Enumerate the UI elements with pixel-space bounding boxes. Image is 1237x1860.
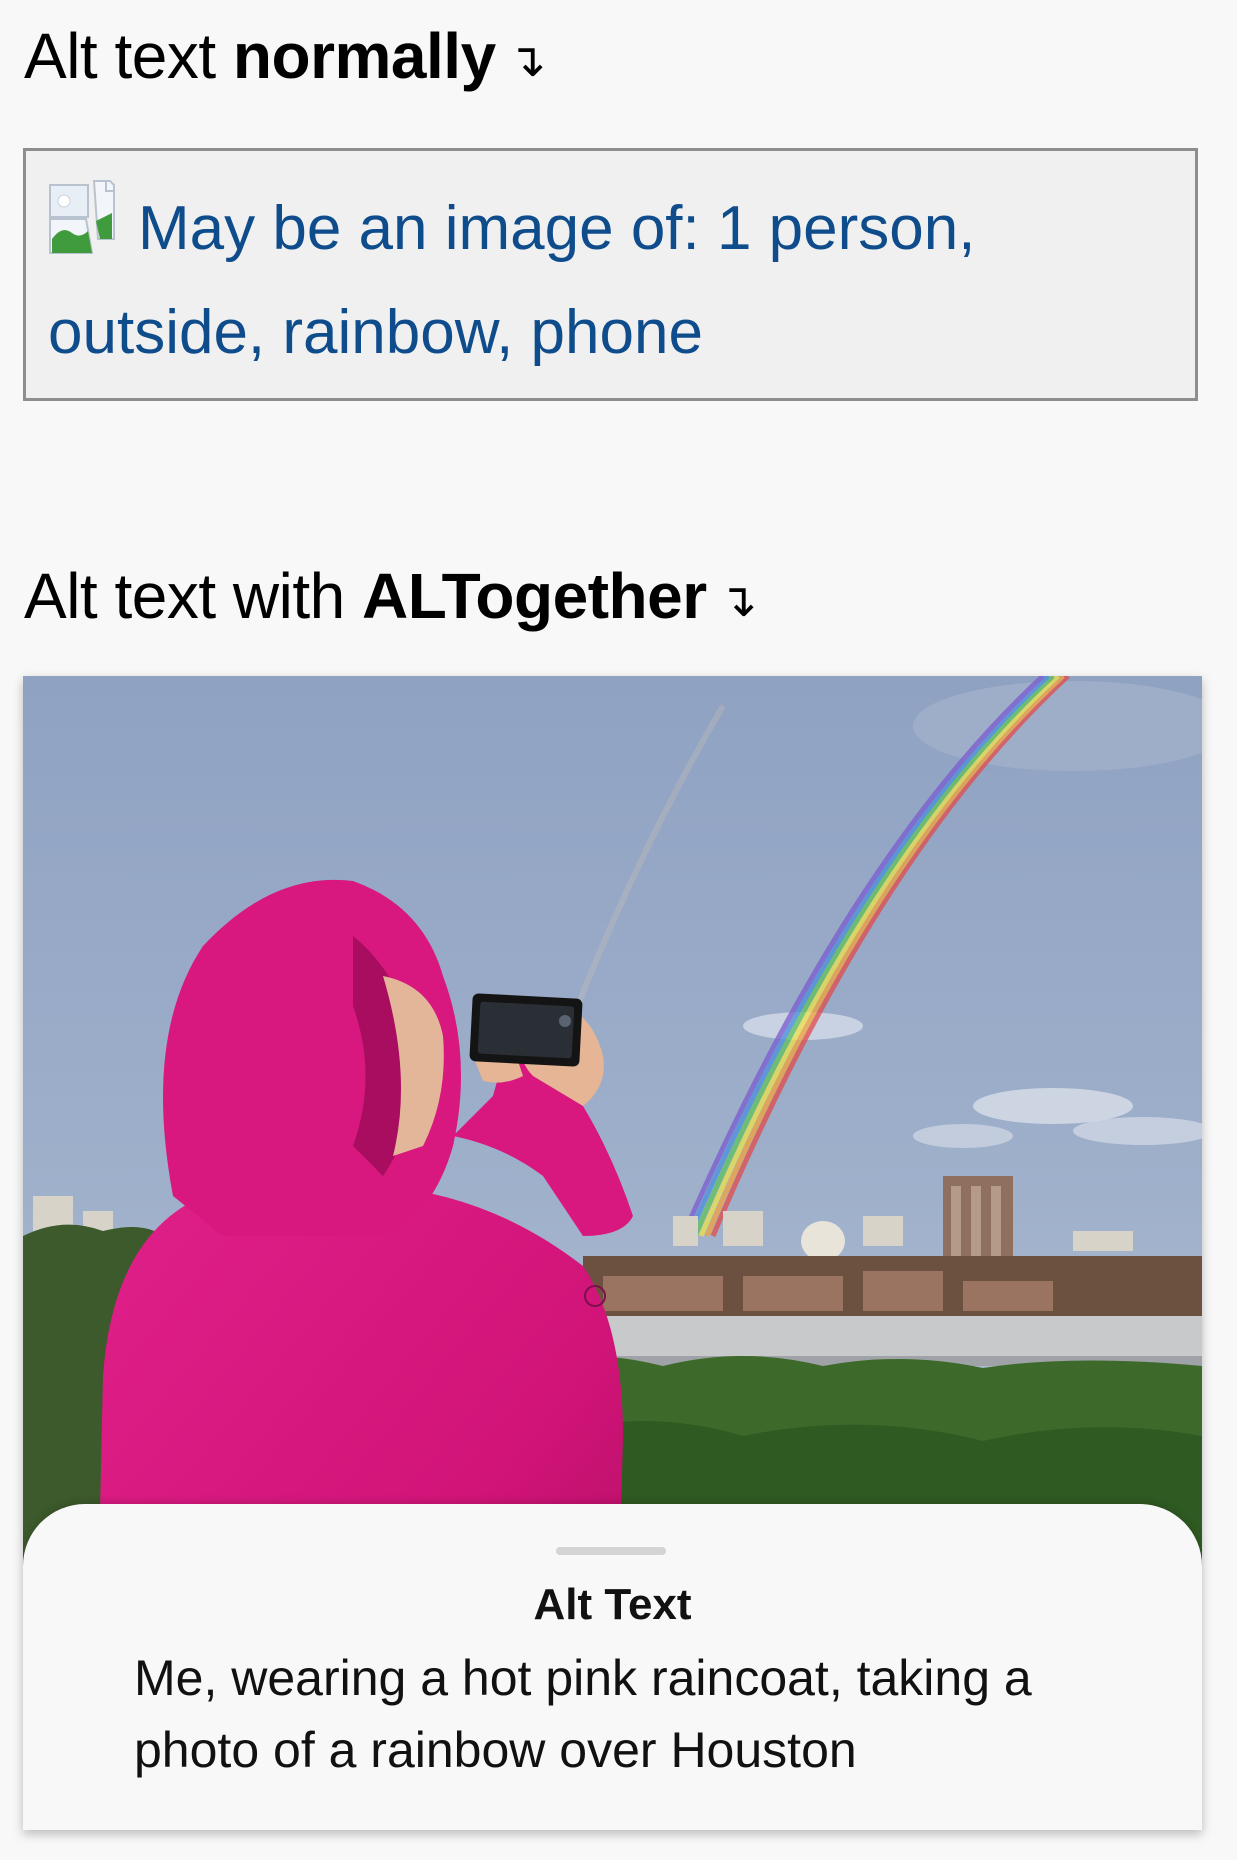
- alt-text-sheet[interactable]: Alt Text Me, wearing a hot pink raincoat…: [23, 1504, 1202, 1830]
- broken-image-placeholder: May be an image of: 1 person, outside, r…: [23, 148, 1198, 401]
- heading-prefix: Alt text: [24, 20, 233, 92]
- alt-text-description: Me, wearing a hot pink raincoat, taking …: [134, 1650, 1032, 1778]
- photo-card[interactable]: Alt Text Me, wearing a hot pink raincoat…: [23, 676, 1202, 1830]
- heading-alt-text-normally: Alt text normally ↴: [24, 24, 546, 88]
- heading-emphasis: normally: [232, 20, 496, 92]
- broken-image-icon: [49, 180, 115, 254]
- heading-prefix: Alt text with: [24, 560, 362, 632]
- heading-emphasis: ALTogether: [362, 560, 707, 632]
- down-arrow-icon: ↴: [507, 34, 547, 86]
- down-arrow-icon: ↴: [718, 574, 758, 626]
- heading-alt-text-with-altogether: Alt text with ALTogether ↴: [24, 564, 757, 628]
- sheet-drag-handle[interactable]: [556, 1547, 666, 1555]
- sheet-title: Alt Text: [533, 1580, 692, 1629]
- broken-image-alt-text: May be an image of: 1 person, outside, r…: [48, 194, 976, 367]
- broken-image-alt-text-container: May be an image of: 1 person, outside, r…: [48, 177, 1178, 385]
